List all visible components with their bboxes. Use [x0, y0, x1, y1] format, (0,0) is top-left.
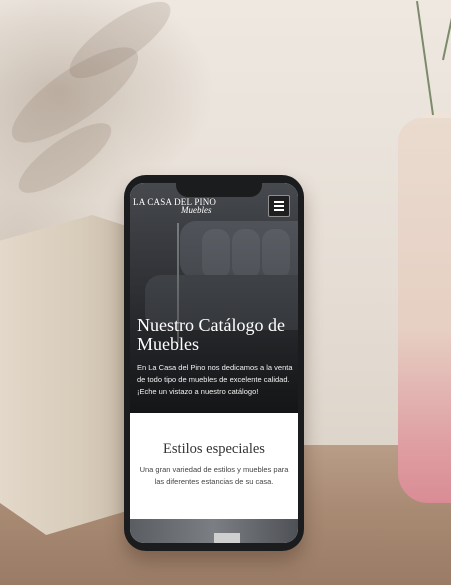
hero-banner: LA CASA DEL PINO Muebles Nuestro Catálog…	[130, 183, 298, 413]
hamburger-menu-icon	[274, 205, 284, 207]
site-logo[interactable]: LA CASA DEL PINO Muebles	[133, 197, 216, 215]
hero-title: Nuestro Catálogo de Muebles	[137, 315, 285, 354]
hamburger-menu-icon	[274, 209, 284, 211]
section-title: Estilos especiales	[163, 441, 265, 457]
hamburger-menu-icon	[274, 201, 284, 203]
phone-screen: LA CASA DEL PINO Muebles Nuestro Catálog…	[130, 183, 298, 543]
gallery-preview	[130, 519, 298, 543]
hamburger-menu-button[interactable]	[268, 195, 290, 217]
phone-notch	[176, 180, 262, 197]
hero-description: En La Casa del Pino nos dedicamos a la v…	[137, 363, 293, 396]
stone-block	[0, 215, 132, 535]
gallery-item	[214, 533, 240, 543]
section-description: Una gran variedad de estilos y muebles p…	[139, 465, 289, 486]
vase	[398, 118, 451, 503]
logo-script-text: Muebles	[181, 205, 212, 215]
styles-section: Estilos especiales Una gran variedad de …	[130, 413, 298, 518]
